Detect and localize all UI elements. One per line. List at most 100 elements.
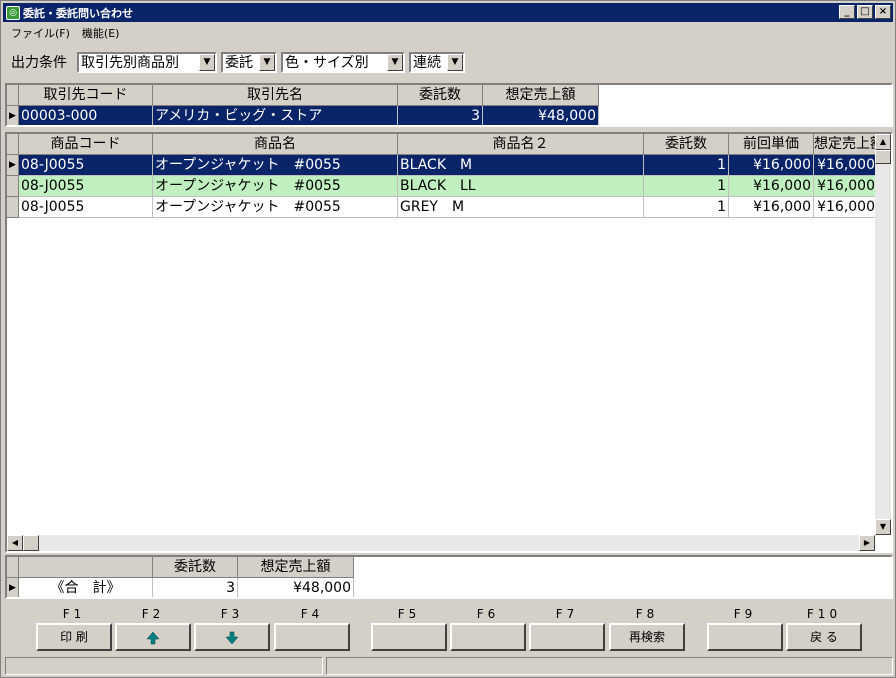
maximize-button[interactable]: □ bbox=[857, 5, 873, 19]
fkey-f3: F3 bbox=[193, 605, 271, 651]
grouping-select-value: 取引先別商品別 bbox=[81, 55, 179, 71]
scroll-left-icon[interactable]: ◀ bbox=[7, 535, 23, 551]
customer-grid-header: 取引先コード 取引先名 委託数 想定売上額 bbox=[7, 85, 891, 106]
f5-button[interactable] bbox=[371, 623, 447, 651]
next-button[interactable] bbox=[194, 623, 270, 651]
col-customer-code[interactable]: 取引先コード bbox=[19, 85, 153, 106]
chevron-down-icon[interactable]: ▼ bbox=[447, 53, 463, 71]
menu-function[interactable]: 機能(E) bbox=[76, 23, 126, 41]
col-product-code[interactable]: 商品コード bbox=[19, 134, 153, 155]
chevron-down-icon[interactable]: ▼ bbox=[259, 53, 275, 71]
table-row[interactable]: ▶ 00003-000 アメリカ・ビッグ・ストア 3 ¥48,000 bbox=[7, 106, 891, 125]
product-price: ¥16,000 bbox=[729, 197, 814, 218]
fkey-label: F9 bbox=[733, 607, 757, 621]
type-select-value: 委託 bbox=[225, 55, 253, 71]
fkey-f5: F5 bbox=[370, 605, 448, 651]
fkey-label: F8 bbox=[635, 607, 659, 621]
table-row[interactable]: 08-J0055 オープンジャケット #0055 GREY M 1 ¥16,00… bbox=[7, 197, 891, 218]
product-qty: 1 bbox=[644, 155, 729, 176]
customer-amount: ¥48,000 bbox=[483, 106, 599, 125]
chevron-down-icon[interactable]: ▼ bbox=[387, 53, 403, 71]
col-est-sales[interactable]: 想定売上額 bbox=[814, 134, 878, 155]
close-button[interactable]: × bbox=[875, 5, 891, 19]
f6-button[interactable] bbox=[450, 623, 526, 651]
total-label: 《合 計》 bbox=[19, 578, 153, 597]
window-title: 委託・委託問い合わせ bbox=[23, 6, 133, 20]
down-arrow-icon bbox=[225, 631, 239, 644]
prev-button[interactable] bbox=[115, 623, 191, 651]
fkey-label: F7 bbox=[555, 607, 579, 621]
col-est-sales[interactable]: 想定売上額 bbox=[483, 85, 599, 106]
back-button[interactable]: 戻 る bbox=[786, 623, 862, 651]
scroll-down-icon[interactable]: ▼ bbox=[875, 519, 891, 535]
product-name: オープンジャケット #0055 bbox=[153, 176, 398, 197]
product-amount: ¥16,000 bbox=[814, 197, 878, 218]
customer-name: アメリカ・ビッグ・ストア bbox=[153, 106, 398, 125]
product-price: ¥16,000 bbox=[729, 176, 814, 197]
scroll-thumb[interactable] bbox=[23, 535, 39, 551]
f9-button[interactable] bbox=[707, 623, 783, 651]
fkey-f1: F1 印 刷 bbox=[35, 605, 113, 651]
app-icon: ◎ bbox=[6, 5, 20, 20]
up-arrow-icon bbox=[146, 631, 160, 644]
product-code: 08-J0055 bbox=[19, 176, 153, 197]
status-bar bbox=[5, 657, 893, 675]
total-grid: 委託数 想定売上額 ▶ 《合 計》 3 ¥48,000 bbox=[5, 555, 893, 599]
col-customer-name[interactable]: 取引先名 bbox=[153, 85, 398, 106]
col-total-amount: 想定売上額 bbox=[238, 557, 354, 578]
menu-file[interactable]: ファイル(F) bbox=[5, 23, 76, 41]
detail-select[interactable]: 色・サイズ別 ▼ bbox=[281, 51, 405, 73]
fkey-label: F10 bbox=[806, 607, 842, 621]
table-row[interactable]: ▶ 08-J0055 オープンジャケット #0055 BLACK M 1 ¥16… bbox=[7, 155, 891, 176]
product-name: オープンジャケット #0055 bbox=[153, 155, 398, 176]
col-consign-qty[interactable]: 委託数 bbox=[398, 85, 483, 106]
product-name2: BLACK LL bbox=[398, 176, 644, 197]
col-consign-qty[interactable]: 委託数 bbox=[644, 134, 729, 155]
table-row[interactable]: ▶ 《合 計》 3 ¥48,000 bbox=[7, 578, 891, 597]
fkey-label: F1 bbox=[62, 607, 86, 621]
total-amount: ¥48,000 bbox=[238, 578, 354, 597]
fkey-label: F4 bbox=[300, 607, 324, 621]
mode-select[interactable]: 連続 ▼ bbox=[409, 51, 465, 73]
vertical-scrollbar[interactable]: ▲ ▼ bbox=[875, 134, 891, 535]
product-code: 08-J0055 bbox=[19, 197, 153, 218]
row-pointer-icon: ▶ bbox=[7, 578, 19, 597]
product-price: ¥16,000 bbox=[729, 155, 814, 176]
chevron-down-icon[interactable]: ▼ bbox=[199, 53, 215, 71]
print-button[interactable]: 印 刷 bbox=[36, 623, 112, 651]
scroll-right-icon[interactable]: ▶ bbox=[859, 535, 875, 551]
product-grid: 商品コード 商品名 商品名２ 委託数 前回単価 想定売上額 ▶ 08-J0055… bbox=[5, 132, 893, 553]
minimize-button[interactable]: _ bbox=[839, 5, 855, 19]
row-header-corner bbox=[7, 85, 19, 106]
total-grid-header: 委託数 想定売上額 bbox=[7, 557, 891, 578]
type-select[interactable]: 委託 ▼ bbox=[221, 51, 277, 73]
row-header-corner bbox=[7, 134, 19, 155]
col-product-name[interactable]: 商品名 bbox=[153, 134, 398, 155]
product-amount: ¥16,000 bbox=[814, 176, 878, 197]
grouping-select[interactable]: 取引先別商品別 ▼ bbox=[77, 51, 217, 73]
f4-button[interactable] bbox=[274, 623, 350, 651]
row-header bbox=[7, 176, 19, 197]
fkey-f8: F8 再検索 bbox=[608, 605, 686, 651]
customer-qty: 3 bbox=[398, 106, 483, 125]
title-bar: ◎ 委託・委託問い合わせ _ □ × bbox=[3, 3, 893, 22]
fkey-f9: F9 bbox=[706, 605, 784, 651]
scroll-thumb[interactable] bbox=[875, 150, 891, 164]
row-pointer-icon: ▶ bbox=[7, 155, 19, 176]
col-total-label bbox=[19, 557, 153, 578]
fkey-label: F5 bbox=[397, 607, 421, 621]
table-row[interactable]: 08-J0055 オープンジャケット #0055 BLACK LL 1 ¥16,… bbox=[7, 176, 891, 197]
status-panel-left bbox=[5, 657, 323, 675]
row-header-corner bbox=[7, 557, 19, 578]
col-total-qty: 委託数 bbox=[153, 557, 238, 578]
f7-button[interactable] bbox=[529, 623, 605, 651]
menu-bar: ファイル(F) 機能(E) bbox=[5, 23, 125, 41]
col-product-name2[interactable]: 商品名２ bbox=[398, 134, 644, 155]
research-button[interactable]: 再検索 bbox=[609, 623, 685, 651]
customer-code: 00003-000 bbox=[19, 106, 153, 125]
scroll-up-icon[interactable]: ▲ bbox=[875, 134, 891, 150]
col-last-price[interactable]: 前回単価 bbox=[729, 134, 814, 155]
horizontal-scrollbar[interactable]: ◀ ▶ bbox=[7, 535, 875, 551]
fkey-f6: F6 bbox=[449, 605, 527, 651]
total-qty: 3 bbox=[153, 578, 238, 597]
